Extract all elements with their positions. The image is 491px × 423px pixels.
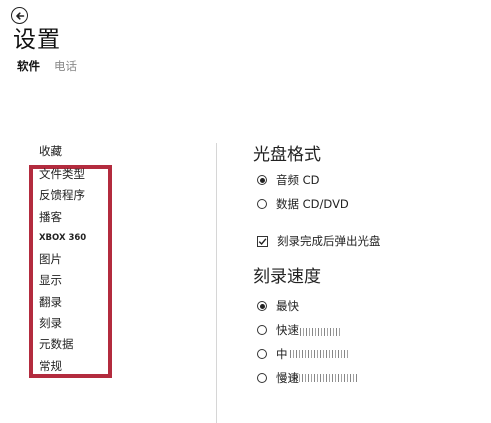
sidebar-item-rip[interactable]: 翻录 [39,292,86,313]
tab-software[interactable]: 软件 [17,58,40,74]
radio-label: 音频 CD [276,173,320,187]
radio-label: 快速 [276,323,299,337]
burn-speed-title: 刻录速度 [253,267,321,287]
sidebar-item-favorites[interactable]: 收藏 [39,143,62,159]
checkmark-icon [257,235,268,247]
arrow-left-circle-icon [15,11,25,21]
sidebar-item-xbox360[interactable]: XBOX 360 [39,228,86,249]
radio-checked-icon [257,175,267,185]
radio-label: 数据 CD/DVD [276,197,349,211]
tab-bar: 软件 电话 [17,58,77,74]
page-title: 设置 [13,27,61,53]
eject-after-burn-checkbox[interactable]: 刻录完成后弹出光盘 [257,233,381,249]
radio-unchecked-icon [257,325,267,335]
scan-artifact [290,350,350,358]
sidebar-item-feedback[interactable]: 反馈程序 [39,185,86,206]
sidebar-item-pictures[interactable]: 图片 [39,249,86,270]
radio-checked-icon [257,301,267,311]
radio-label: 最快 [276,299,299,313]
radio-speed-medium[interactable]: 中 [257,346,288,362]
radio-unchecked-icon [257,373,267,383]
radio-unchecked-icon [257,199,267,209]
sidebar-item-general[interactable]: 常规 [39,356,86,377]
radio-audio-cd[interactable]: 音频 CD [257,172,320,188]
vertical-divider [216,143,217,423]
radio-data-cd-dvd[interactable]: 数据 CD/DVD [257,196,349,212]
radio-speed-fastest[interactable]: 最快 [257,298,299,314]
scan-artifact [290,374,358,382]
sidebar-item-file-types[interactable]: 文件类型 [39,164,86,185]
radio-unchecked-icon [257,349,267,359]
radio-speed-fast[interactable]: 快速 [257,322,299,338]
sidebar-item-metadata[interactable]: 元数据 [39,334,86,355]
disc-format-title: 光盘格式 [253,145,321,165]
tab-phone[interactable]: 电话 [54,58,77,74]
checkbox-label: 刻录完成后弹出光盘 [277,234,381,248]
sidebar-nav: 文件类型 反馈程序 播客 XBOX 360 图片 显示 翻录 刻录 元数据 常规 [39,164,86,377]
sidebar-item-burn[interactable]: 刻录 [39,313,86,334]
back-button[interactable] [11,7,28,24]
radio-label: 中 [276,347,288,361]
scan-artifact [300,328,340,336]
sidebar-item-podcasts[interactable]: 播客 [39,207,86,228]
sidebar-item-display[interactable]: 显示 [39,270,86,291]
